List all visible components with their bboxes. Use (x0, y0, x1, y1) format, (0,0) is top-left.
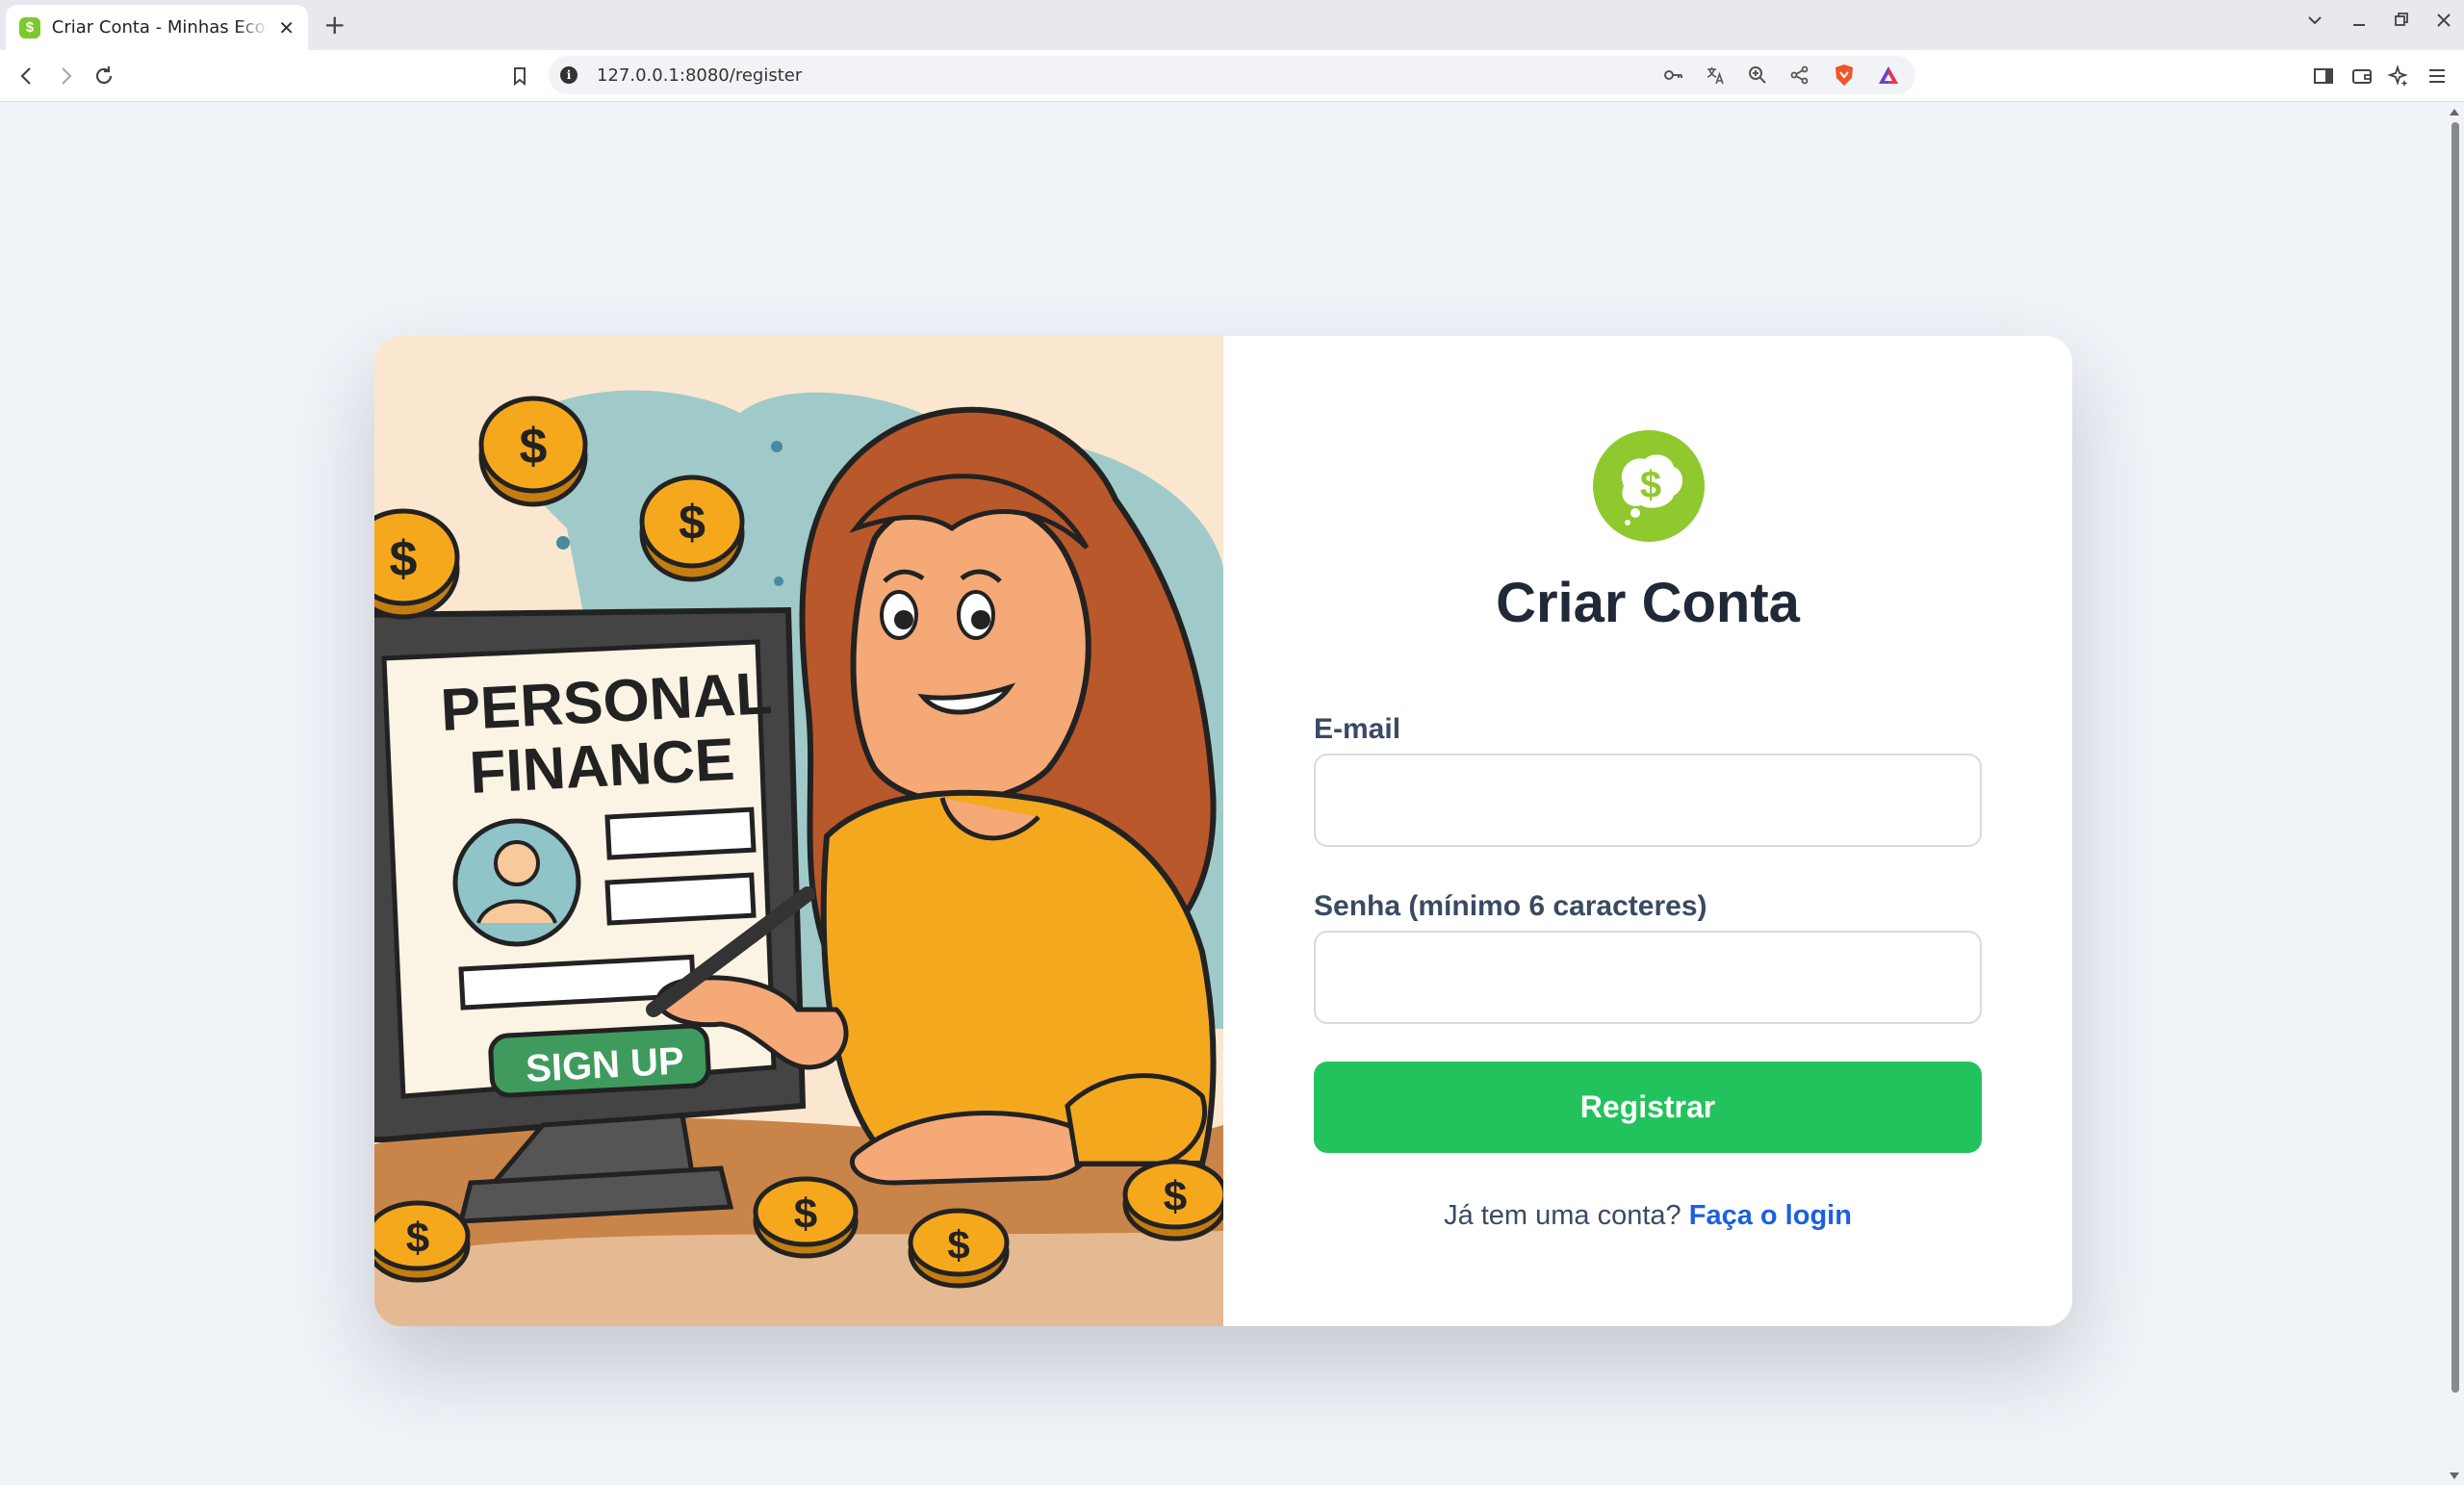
share-icon[interactable] (1788, 64, 1811, 87)
email-field[interactable] (1314, 754, 1982, 847)
close-window-icon[interactable] (2433, 10, 2454, 36)
coin-icon: $ (1122, 1159, 1223, 1242)
restore-window-icon[interactable] (2391, 10, 2412, 36)
page-scrollbar[interactable] (2445, 103, 2464, 1485)
password-field[interactable] (1314, 931, 1982, 1024)
coin-icon: $ (753, 1176, 859, 1259)
login-prompt: Já tem uma conta? Faça o login (1223, 1200, 2072, 1232)
url-text[interactable]: 127.0.0.1:8080/register (597, 65, 802, 86)
coins-layer: $ $ $ $ $ $ $ (374, 396, 1223, 1289)
sidebar-toggle-icon[interactable] (2310, 63, 2337, 90)
site-info-icon[interactable]: i (560, 66, 578, 84)
piggy-bank-logo-icon: $ (1621, 454, 1682, 525)
menu-icon[interactable] (2424, 63, 2451, 90)
login-link[interactable]: Faça o login (1689, 1200, 1852, 1231)
svg-text:$: $ (520, 419, 548, 474)
browser-tab[interactable]: $ Criar Conta - Minhas Economias ✕ (6, 5, 308, 50)
svg-text:$: $ (947, 1222, 969, 1267)
minimize-window-icon[interactable] (2348, 10, 2370, 36)
scrollbar-thumb[interactable] (2451, 122, 2459, 1393)
svg-text:$: $ (1640, 464, 1661, 506)
coin-icon: $ (374, 508, 460, 620)
forward-icon[interactable] (52, 63, 79, 90)
coin-icon: $ (374, 1200, 471, 1283)
brave-shield-icon[interactable] (1833, 64, 1856, 87)
wallet-icon[interactable] (2348, 63, 2375, 90)
svg-text:$: $ (1164, 1173, 1187, 1220)
coin-icon: $ (908, 1208, 1010, 1289)
tab-title: Criar Conta - Minhas Economias (51, 17, 269, 38)
coin-icon: $ (478, 396, 588, 507)
svg-text:$: $ (390, 531, 418, 587)
scroll-down-arrow-icon[interactable] (2450, 1472, 2459, 1479)
register-form-panel: $ Criar Conta E-mail Senha (mínimo 6 car… (1223, 336, 2072, 1326)
bookmark-icon[interactable] (506, 63, 533, 90)
signup-illustration: PERSONAL FINANCE SIGN UP $ $ $ $ $ $ $ (374, 336, 1223, 1326)
back-icon[interactable] (13, 63, 40, 90)
app-logo: $ (1593, 430, 1705, 542)
new-tab-button[interactable]: + (323, 9, 346, 40)
brave-rewards-icon[interactable] (1877, 64, 1900, 87)
tab-close-icon[interactable]: ✕ (278, 16, 295, 39)
svg-text:$: $ (679, 496, 706, 550)
scroll-up-arrow-icon[interactable] (2450, 109, 2459, 115)
leo-ai-icon[interactable] (2385, 63, 2412, 90)
tab-search-chevron-icon[interactable] (2304, 10, 2325, 36)
browser-toolbar: i 127.0.0.1:8080/register (0, 50, 2464, 102)
svg-text:$: $ (794, 1191, 817, 1238)
zoom-icon[interactable] (1746, 64, 1769, 87)
page-title: Criar Conta (1496, 572, 1800, 634)
translate-icon[interactable] (1704, 64, 1727, 87)
svg-text:$: $ (406, 1215, 429, 1262)
password-label: Senha (mínimo 6 caracteres) (1314, 890, 1707, 922)
browser-tab-bar: $ Criar Conta - Minhas Economias ✕ + (0, 0, 2464, 50)
email-label: E-mail (1314, 713, 1401, 745)
app-favicon-icon: $ (19, 16, 40, 38)
coin-icon: $ (639, 474, 745, 582)
reload-icon[interactable] (90, 63, 117, 90)
register-card: PERSONAL FINANCE SIGN UP $ $ $ $ $ $ $ $… (374, 336, 2072, 1326)
register-button[interactable]: Registrar (1314, 1062, 1982, 1153)
login-prompt-text: Já tem uma conta? (1444, 1200, 1689, 1231)
address-bar[interactable]: i 127.0.0.1:8080/register (549, 56, 1915, 94)
password-key-icon[interactable] (1661, 64, 1684, 87)
